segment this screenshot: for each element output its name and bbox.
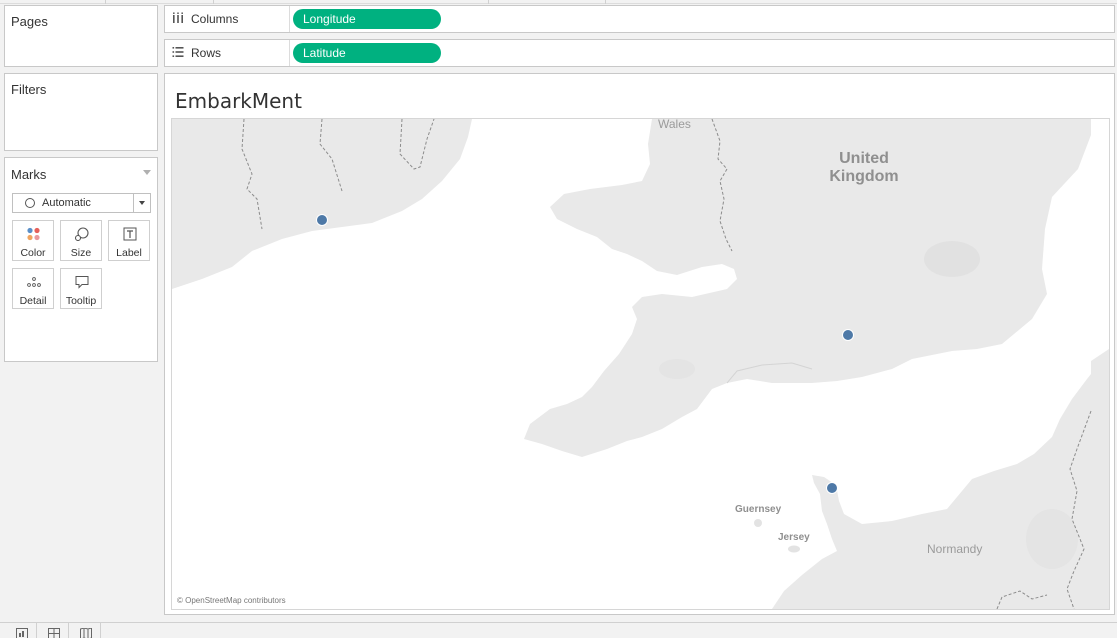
filters-card[interactable]: Filters	[4, 73, 158, 151]
label-icon	[123, 227, 137, 241]
columns-shelf[interactable]: Columns Longitude	[164, 5, 1115, 33]
data-point-cherbourg[interactable]	[826, 482, 838, 494]
latitude-pill[interactable]: Latitude	[293, 43, 441, 63]
rows-shelf[interactable]: Rows Latitude	[164, 39, 1115, 67]
filters-title: Filters	[11, 82, 47, 97]
tooltip-button[interactable]: Tooltip	[60, 268, 102, 309]
size-button-label: Size	[70, 247, 92, 259]
new-story-icon	[80, 628, 92, 638]
rows-icon	[172, 47, 184, 57]
marks-card: Marks Automatic Color Size Label Detail …	[4, 157, 158, 362]
chevron-down-icon[interactable]	[133, 194, 150, 212]
rows-shelf-header: Rows	[165, 40, 290, 66]
data-point-queenstown[interactable]	[316, 214, 328, 226]
columns-shelf-label: Columns	[191, 12, 239, 26]
marks-menu-chevron-icon[interactable]	[143, 170, 151, 175]
detail-icon	[27, 277, 41, 287]
new-worksheet-icon	[16, 628, 28, 638]
detail-button[interactable]: Detail	[12, 268, 54, 309]
detail-button-label: Detail	[19, 295, 47, 307]
new-story-button[interactable]	[70, 623, 101, 638]
mark-type-value: Automatic	[42, 197, 91, 209]
bottom-tab-bar	[0, 622, 1117, 638]
longitude-pill[interactable]: Longitude	[293, 9, 441, 29]
pages-title: Pages	[11, 14, 48, 29]
marks-title: Marks	[11, 167, 47, 182]
color-icon	[27, 227, 40, 241]
size-button[interactable]: Size	[60, 220, 102, 261]
label-button[interactable]: Label	[108, 220, 150, 261]
size-icon	[74, 227, 89, 241]
new-dashboard-icon	[48, 628, 60, 638]
tooltip-icon	[75, 276, 89, 289]
pages-card[interactable]: Pages	[4, 5, 158, 67]
tooltip-button-label: Tooltip	[65, 295, 97, 307]
columns-icon	[173, 12, 183, 23]
rows-shelf-label: Rows	[191, 46, 222, 60]
label-button-label: Label	[116, 247, 142, 259]
color-button[interactable]: Color	[12, 220, 54, 261]
color-button-label: Color	[20, 247, 46, 259]
mark-layer	[316, 214, 854, 494]
map-view[interactable]: Wales United Kingdom Guernsey Jersey Nor…	[171, 118, 1110, 610]
circle-mark-icon	[25, 198, 35, 208]
top-toolbar-strip	[0, 0, 1117, 4]
new-dashboard-button[interactable]	[38, 623, 69, 638]
view-card: EmbarkMent Wales United Kingdom Guernsey…	[164, 73, 1115, 615]
data-point-southampton[interactable]	[842, 329, 854, 341]
new-worksheet-button[interactable]	[6, 623, 37, 638]
map-attribution[interactable]: © OpenStreetMap contributors	[177, 596, 286, 605]
columns-shelf-header: Columns	[165, 6, 290, 32]
view-title[interactable]: EmbarkMent	[175, 89, 302, 113]
mark-type-dropdown[interactable]: Automatic	[12, 193, 151, 213]
